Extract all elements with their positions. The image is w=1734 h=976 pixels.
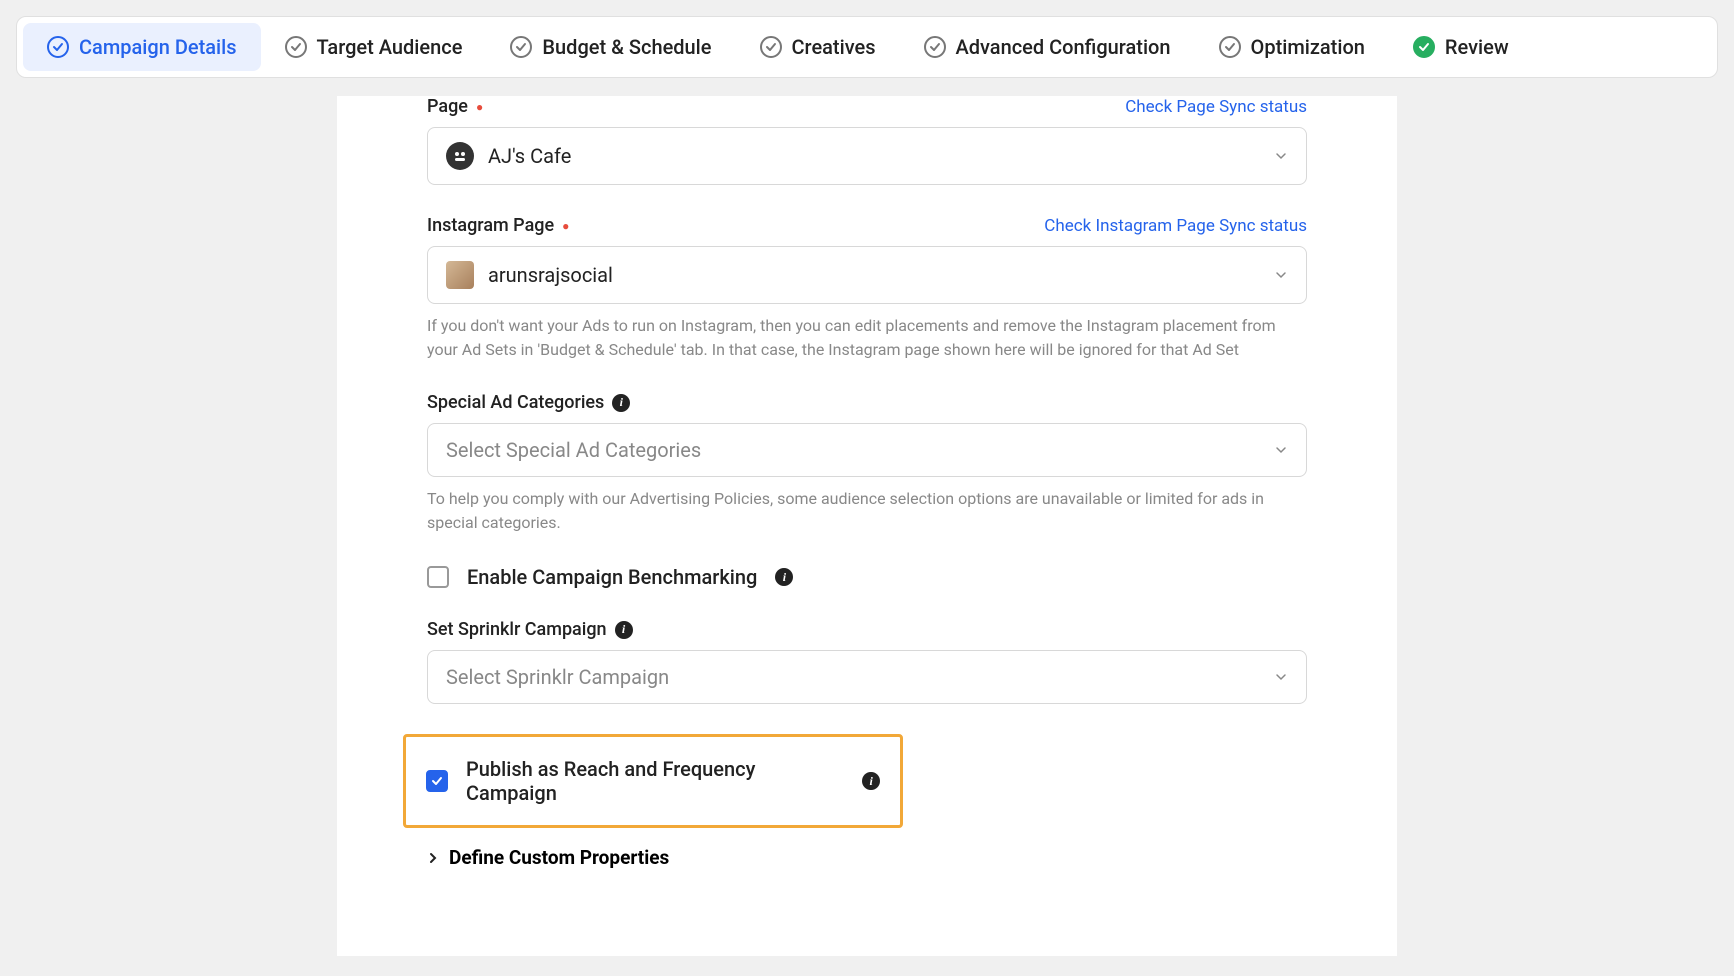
instagram-avatar-icon xyxy=(446,261,474,289)
special-label: Special Ad Categories i xyxy=(427,392,630,413)
sprinklr-label: Set Sprinklr Campaign i xyxy=(427,619,633,640)
custom-properties-label: Define Custom Properties xyxy=(449,846,669,869)
tab-review[interactable]: Review xyxy=(1389,23,1533,71)
tab-campaign-details[interactable]: Campaign Details xyxy=(23,23,261,71)
tab-label: Optimization xyxy=(1251,35,1365,59)
field-instagram: Instagram Page ● Check Instagram Page Sy… xyxy=(427,215,1307,362)
check-circle-icon xyxy=(285,36,307,58)
tab-label: Advanced Configuration xyxy=(956,35,1171,59)
chevron-down-icon xyxy=(1274,149,1288,163)
reach-frequency-checkbox[interactable] xyxy=(426,770,448,792)
tab-label: Budget & Schedule xyxy=(542,35,711,59)
instagram-dropdown[interactable]: arunsrajsocial xyxy=(427,246,1307,304)
define-custom-properties-toggle[interactable]: Define Custom Properties xyxy=(427,846,1307,869)
reach-frequency-highlight: Publish as Reach and Frequency Campaign … xyxy=(403,734,903,828)
field-sprinklr: Set Sprinklr Campaign i Select Sprinklr … xyxy=(427,619,1307,704)
special-placeholder: Select Special Ad Categories xyxy=(446,438,701,462)
instagram-help-text: If you don't want your Ads to run on Ins… xyxy=(427,314,1307,362)
field-special-categories: Special Ad Categories i Select Special A… xyxy=(427,392,1307,535)
check-page-sync-link[interactable]: Check Page Sync status xyxy=(1125,97,1307,117)
info-icon[interactable]: i xyxy=(775,568,793,586)
tab-label: Campaign Details xyxy=(79,35,237,59)
check-circle-icon xyxy=(47,36,69,58)
tab-target-audience[interactable]: Target Audience xyxy=(261,23,487,71)
page-label: Page ● xyxy=(427,96,483,117)
tab-label: Review xyxy=(1445,35,1509,59)
chevron-right-icon xyxy=(427,852,439,864)
sprinklr-placeholder: Select Sprinklr Campaign xyxy=(446,665,669,689)
form-panel: Page ● Check Page Sync status AJ's Cafe … xyxy=(337,96,1397,956)
check-instagram-sync-link[interactable]: Check Instagram Page Sync status xyxy=(1044,216,1307,236)
check-circle-icon xyxy=(510,36,532,58)
instagram-value: arunsrajsocial xyxy=(488,263,613,287)
tab-optimization[interactable]: Optimization xyxy=(1195,23,1389,71)
special-dropdown[interactable]: Select Special Ad Categories xyxy=(427,423,1307,477)
benchmarking-label: Enable Campaign Benchmarking xyxy=(467,565,757,589)
required-indicator-icon: ● xyxy=(562,219,569,233)
special-help-text: To help you comply with our Advertising … xyxy=(427,487,1307,535)
tabs-bar: Campaign Details Target Audience Budget … xyxy=(16,16,1718,78)
field-page: Page ● Check Page Sync status AJ's Cafe xyxy=(427,96,1307,185)
benchmarking-checkbox[interactable] xyxy=(427,566,449,588)
info-icon[interactable]: i xyxy=(862,772,880,790)
check-circle-icon xyxy=(924,36,946,58)
tab-label: Creatives xyxy=(792,35,876,59)
info-icon[interactable]: i xyxy=(615,621,633,639)
instagram-label: Instagram Page ● xyxy=(427,215,569,236)
chevron-down-icon xyxy=(1274,670,1288,684)
reach-frequency-label: Publish as Reach and Frequency Campaign xyxy=(466,757,844,805)
info-icon[interactable]: i xyxy=(612,394,630,412)
check-circle-icon xyxy=(760,36,782,58)
chevron-down-icon xyxy=(1274,268,1288,282)
sprinklr-dropdown[interactable]: Select Sprinklr Campaign xyxy=(427,650,1307,704)
page-dropdown[interactable]: AJ's Cafe xyxy=(427,127,1307,185)
tab-budget-schedule[interactable]: Budget & Schedule xyxy=(486,23,735,71)
page-avatar-icon xyxy=(446,142,474,170)
chevron-down-icon xyxy=(1274,443,1288,457)
tab-label: Target Audience xyxy=(317,35,463,59)
check-circle-icon xyxy=(1219,36,1241,58)
page-value: AJ's Cafe xyxy=(488,144,571,168)
tab-advanced-config[interactable]: Advanced Configuration xyxy=(900,23,1195,71)
tab-creatives[interactable]: Creatives xyxy=(736,23,900,71)
field-benchmarking: Enable Campaign Benchmarking i xyxy=(427,565,1307,589)
required-indicator-icon: ● xyxy=(476,100,483,114)
check-circle-icon xyxy=(1413,36,1435,58)
